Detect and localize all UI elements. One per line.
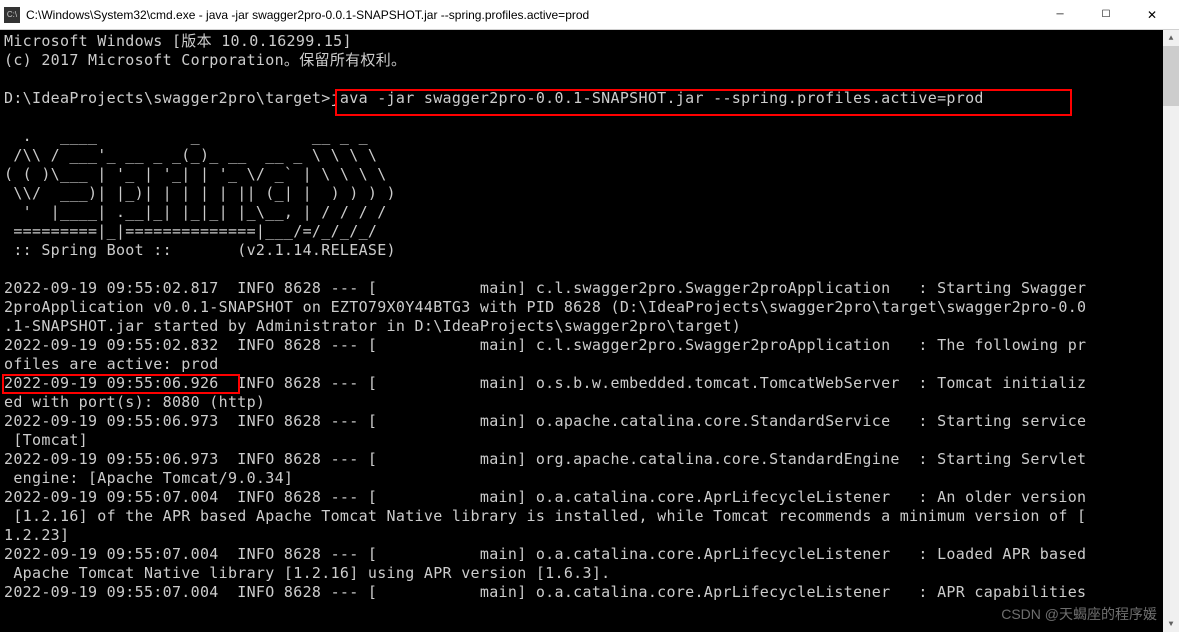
window-controls: ─ ☐ ✕ [1037, 0, 1175, 30]
minimize-button[interactable]: ─ [1037, 0, 1083, 30]
log-line: 1.2.23] [4, 526, 69, 544]
spring-banner-line: ( ( )\___ | '_ | '_| | '_ \/ _` | \ \ \ … [4, 165, 387, 183]
spring-banner-line: . ____ _ __ _ _ [4, 127, 368, 145]
log-line: engine: [Apache Tomcat/9.0.34] [4, 469, 293, 487]
close-button[interactable]: ✕ [1129, 0, 1175, 30]
spring-banner-line: \\/ ___)| |_)| | | | | || (_| | ) ) ) ) [4, 184, 396, 202]
log-line: 2022-09-19 09:55:07.004 INFO 8628 --- [ … [4, 488, 1086, 506]
command-text: java -jar swagger2pro-0.0.1-SNAPSHOT.jar… [331, 89, 984, 107]
copyright-line: (c) 2017 Microsoft Corporation。保留所有权利。 [4, 51, 406, 69]
window-titlebar: C:\ C:\Windows\System32\cmd.exe - java -… [0, 0, 1179, 30]
log-line: [Tomcat] [4, 431, 88, 449]
cmd-icon: C:\ [4, 7, 20, 23]
log-line: ofiles are active: prod [4, 355, 219, 373]
log-line: 2proApplication v0.0.1-SNAPSHOT on EZTO7… [4, 298, 1086, 316]
log-line: .1-SNAPSHOT.jar started by Administrator… [4, 317, 741, 335]
window-title: C:\Windows\System32\cmd.exe - java -jar … [26, 8, 1037, 22]
log-line: [1.2.16] of the APR based Apache Tomcat … [4, 507, 1086, 525]
log-line: 2022-09-19 09:55:07.004 INFO 8628 --- [ … [4, 583, 1086, 601]
scroll-down-button[interactable]: ▼ [1163, 616, 1179, 632]
log-line: 2022-09-19 09:55:07.004 INFO 8628 --- [ … [4, 545, 1086, 563]
prompt-path: D:\IdeaProjects\swagger2pro\target> [4, 89, 331, 107]
log-line: ed with port(s): 8080 (http) [4, 393, 265, 411]
scroll-up-button[interactable]: ▲ [1163, 30, 1179, 46]
log-line: 2022-09-19 09:55:06.926 INFO 8628 --- [ … [4, 374, 1086, 392]
log-line: 2022-09-19 09:55:02.832 INFO 8628 --- [ … [4, 336, 1086, 354]
spring-banner-line: /\\ / ___'_ __ _ _(_)_ __ __ _ \ \ \ \ [4, 146, 377, 164]
maximize-button[interactable]: ☐ [1083, 0, 1129, 30]
log-line: Apache Tomcat Native library [1.2.16] us… [4, 564, 611, 582]
log-line: 2022-09-19 09:55:02.817 INFO 8628 --- [ … [4, 279, 1086, 297]
console-output[interactable]: Microsoft Windows [版本 10.0.16299.15] (c)… [0, 30, 1179, 632]
spring-banner-line: =========|_|==============|___/=/_/_/_/ [4, 222, 377, 240]
log-line: 2022-09-19 09:55:06.973 INFO 8628 --- [ … [4, 412, 1086, 430]
vertical-scrollbar[interactable]: ▲ ▼ [1163, 30, 1179, 632]
log-line: 2022-09-19 09:55:06.973 INFO 8628 --- [ … [4, 450, 1086, 468]
scrollbar-thumb[interactable] [1163, 46, 1179, 106]
os-header-line: Microsoft Windows [版本 10.0.16299.15] [4, 32, 352, 50]
spring-boot-version: :: Spring Boot :: (v2.1.14.RELEASE) [4, 241, 396, 259]
spring-banner-line: ' |____| .__|_| |_|_| |_\__, | / / / / [4, 203, 387, 221]
